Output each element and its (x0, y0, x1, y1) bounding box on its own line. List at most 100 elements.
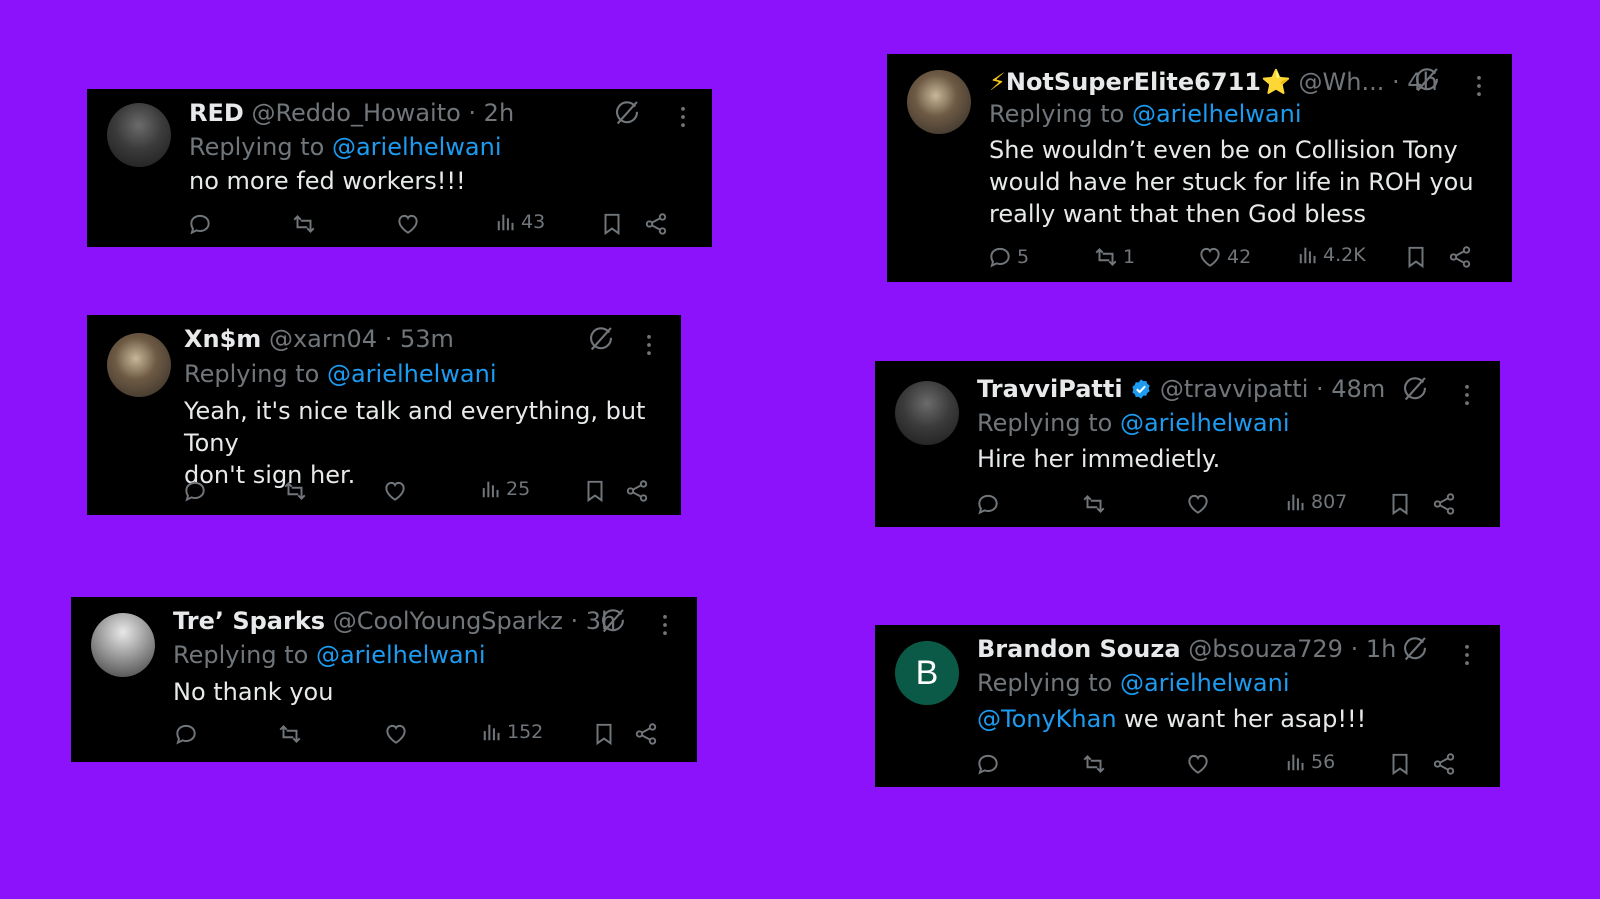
more-icon[interactable] (1453, 641, 1481, 669)
avatar[interactable] (107, 333, 171, 397)
tweet-card-red[interactable]: RED @Reddo_Howaito · 2h Replying to @ari… (87, 89, 712, 247)
bookmark-button[interactable] (599, 211, 625, 237)
reply-button[interactable] (173, 721, 203, 747)
retweet-button[interactable]: 1 (1093, 244, 1135, 270)
tweet-mention-link[interactable]: @TonyKhan (977, 705, 1117, 733)
more-icon[interactable] (1453, 381, 1481, 409)
grok-icon[interactable] (613, 99, 641, 127)
like-button[interactable] (382, 478, 412, 504)
display-name[interactable]: RED (189, 99, 244, 127)
timestamp[interactable]: · 53m (385, 325, 454, 353)
views-button[interactable]: 152 (481, 721, 543, 743)
reply-button[interactable] (187, 211, 217, 237)
avatar[interactable] (895, 381, 959, 445)
avatar[interactable] (91, 613, 155, 677)
reply-button[interactable]: 5 (987, 244, 1029, 270)
display-name[interactable]: TravviPatti (977, 375, 1123, 403)
views-count: 56 (1311, 751, 1336, 773)
like-icon (382, 478, 408, 504)
grok-icon[interactable] (587, 325, 615, 353)
views-button[interactable]: 4.2K (1297, 244, 1366, 266)
reply-mention-link[interactable]: @arielhelwani (316, 641, 486, 669)
views-button[interactable]: 43 (495, 211, 545, 233)
views-count: 4.2K (1323, 244, 1366, 266)
user-handle[interactable]: @Reddo_Howaito (251, 99, 460, 127)
reply-button[interactable] (182, 478, 212, 504)
grok-icon[interactable] (599, 607, 627, 635)
bookmark-button[interactable] (582, 478, 608, 504)
verified-badge-icon (1130, 378, 1152, 400)
tweet-actions: 5 1 42 4.2K (987, 244, 1487, 274)
share-button[interactable] (1431, 491, 1457, 517)
reply-mention-link[interactable]: @arielhelwani (332, 133, 502, 161)
tweet-actions: 56 (975, 751, 1475, 781)
user-handle[interactable]: @CoolYoungSparkz (333, 607, 563, 635)
bookmark-button[interactable] (1403, 244, 1429, 270)
views-icon (1285, 751, 1307, 773)
display-name[interactable]: Xn$m (184, 325, 261, 353)
like-button[interactable] (395, 211, 425, 237)
more-icon[interactable] (635, 331, 663, 359)
avatar[interactable] (907, 70, 971, 134)
like-button[interactable]: 42 (1197, 244, 1251, 270)
retweets-count: 1 (1123, 246, 1136, 268)
share-button[interactable] (1447, 244, 1473, 270)
views-button[interactable]: 807 (1285, 491, 1347, 513)
like-button[interactable] (383, 721, 413, 747)
display-name[interactable]: NotSuperElite6711 (1006, 68, 1261, 96)
tweet-card-notsuperelite[interactable]: ⚡NotSuperElite6711⭐ @Wh... · 4h Replying… (887, 54, 1512, 282)
display-name[interactable]: Brandon Souza (977, 635, 1181, 663)
views-button[interactable]: 25 (480, 478, 530, 500)
tweet-card-xnsm[interactable]: Xn$m @xarn04 · 53m Replying to @arielhel… (87, 315, 681, 515)
user-handle[interactable]: @bsouza729 (1188, 635, 1343, 663)
bookmark-button[interactable] (591, 721, 617, 747)
share-button[interactable] (643, 211, 669, 237)
like-button[interactable] (1185, 491, 1215, 517)
tweet-header: Brandon Souza @bsouza729 · 1h (977, 635, 1396, 663)
bookmark-button[interactable] (1387, 491, 1413, 517)
share-button[interactable] (633, 721, 659, 747)
like-button[interactable] (1185, 751, 1215, 777)
share-button[interactable] (1431, 751, 1457, 777)
more-icon[interactable] (651, 611, 679, 639)
retweet-button[interactable] (277, 721, 307, 747)
more-icon[interactable] (669, 103, 697, 131)
user-handle[interactable]: @xarn04 (269, 325, 377, 353)
reply-button[interactable] (975, 751, 1005, 777)
tweet-text: Yeah, it's nice talk and everything, but… (184, 395, 664, 491)
user-handle[interactable]: @travvipatti (1160, 375, 1309, 403)
retweet-button[interactable] (1081, 491, 1111, 517)
reply-mention-link[interactable]: @arielhelwani (1120, 669, 1290, 697)
bookmark-icon (599, 211, 625, 237)
display-name[interactable]: Tre’ Sparks (173, 607, 325, 635)
retweet-button[interactable] (1081, 751, 1111, 777)
avatar[interactable] (107, 103, 171, 167)
views-button[interactable]: 56 (1285, 751, 1335, 773)
bookmark-icon (1387, 491, 1413, 517)
grok-icon[interactable] (1413, 66, 1441, 94)
tweet-card-brandon-souza[interactable]: B Brandon Souza @bsouza729 · 1h Replying… (875, 625, 1500, 787)
views-count: 152 (507, 721, 544, 743)
share-button[interactable] (624, 478, 650, 504)
tweet-header: TravviPatti @travvipatti · 48m (977, 375, 1385, 403)
bookmark-button[interactable] (1387, 751, 1413, 777)
tweet-card-travvipatti[interactable]: TravviPatti @travvipatti · 48m Replying … (875, 361, 1500, 527)
grok-icon[interactable] (1401, 635, 1429, 663)
reply-icon (187, 211, 213, 237)
user-handle[interactable]: @Wh... (1299, 68, 1385, 96)
timestamp[interactable]: · 48m (1316, 375, 1385, 403)
timestamp[interactable]: · 2h (468, 99, 514, 127)
tweet-header: Xn$m @xarn04 · 53m (184, 325, 454, 353)
views-icon (481, 721, 503, 743)
reply-mention-link[interactable]: @arielhelwani (1120, 409, 1290, 437)
reply-mention-link[interactable]: @arielhelwani (1132, 100, 1302, 128)
tweet-card-tre-sparks[interactable]: Tre’ Sparks @CoolYoungSparkz · 3h Replyi… (71, 597, 697, 762)
grok-icon[interactable] (1401, 375, 1429, 403)
more-icon[interactable] (1465, 72, 1493, 100)
retweet-button[interactable] (282, 478, 312, 504)
reply-button[interactable] (975, 491, 1005, 517)
retweet-button[interactable] (291, 211, 321, 237)
timestamp[interactable]: · 1h (1351, 635, 1397, 663)
reply-mention-link[interactable]: @arielhelwani (327, 360, 497, 388)
avatar[interactable]: B (895, 641, 959, 705)
